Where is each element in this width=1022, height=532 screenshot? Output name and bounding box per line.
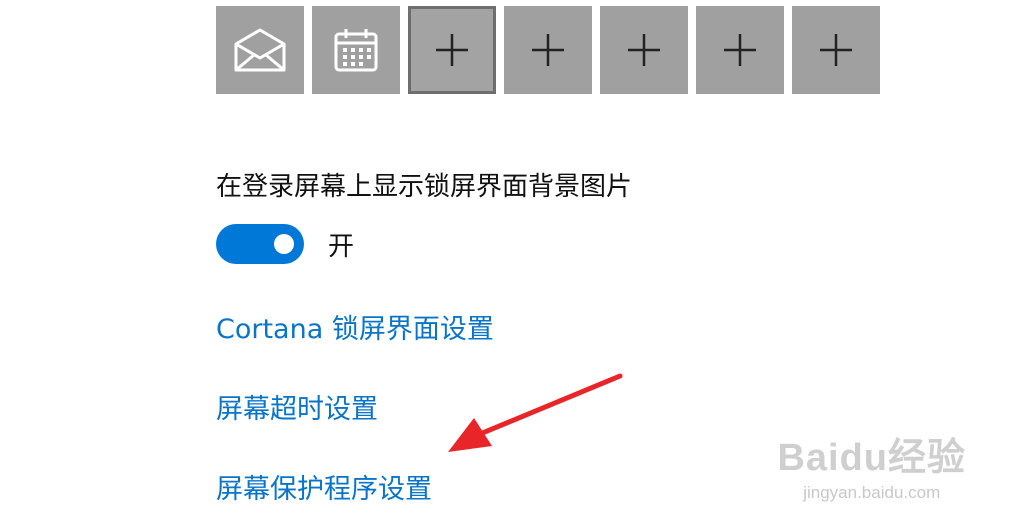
toggle-state-label: 开: [328, 231, 355, 262]
mail-app-tile[interactable]: [216, 6, 304, 94]
screen-saver-settings-link[interactable]: 屏幕保护程序设置: [216, 467, 432, 506]
login-background-label: 在登录屏幕上显示锁屏界面背景图片: [216, 172, 633, 202]
plus-icon: [530, 32, 566, 68]
add-app-tile-4[interactable]: [696, 6, 784, 94]
calendar-icon: [332, 26, 380, 74]
add-app-tile-5[interactable]: [792, 6, 880, 94]
plus-icon: [818, 32, 854, 68]
add-app-tile-1[interactable]: [408, 6, 496, 94]
calendar-app-tile[interactable]: [312, 6, 400, 94]
watermark-url: jingyan.baidu.com: [803, 483, 941, 502]
cortana-lock-screen-settings-link[interactable]: Cortana 锁屏界面设置: [216, 307, 494, 346]
plus-icon: [722, 32, 758, 68]
plus-icon: [434, 32, 470, 68]
screen-timeout-settings-link[interactable]: 屏幕超时设置: [216, 387, 378, 426]
login-background-toggle-row: 开: [216, 224, 354, 264]
lock-screen-settings: 在登录屏幕上显示锁屏界面背景图片 开 Cortana 锁屏界面设置 屏幕超时设置…: [0, 0, 1022, 532]
plus-icon: [626, 32, 662, 68]
add-app-tile-2[interactable]: [504, 6, 592, 94]
mail-icon: [232, 26, 288, 74]
login-background-toggle[interactable]: [216, 224, 304, 264]
add-app-tile-3[interactable]: [600, 6, 688, 94]
baidu-jingyan-watermark: Baidu经验 jingyan.baidu.com: [777, 426, 966, 503]
watermark-logo-text: Baidu经验: [777, 437, 966, 479]
quick-status-app-tiles: [216, 6, 880, 94]
toggle-knob: [274, 234, 294, 254]
red-arrow-annotation: [440, 370, 630, 464]
